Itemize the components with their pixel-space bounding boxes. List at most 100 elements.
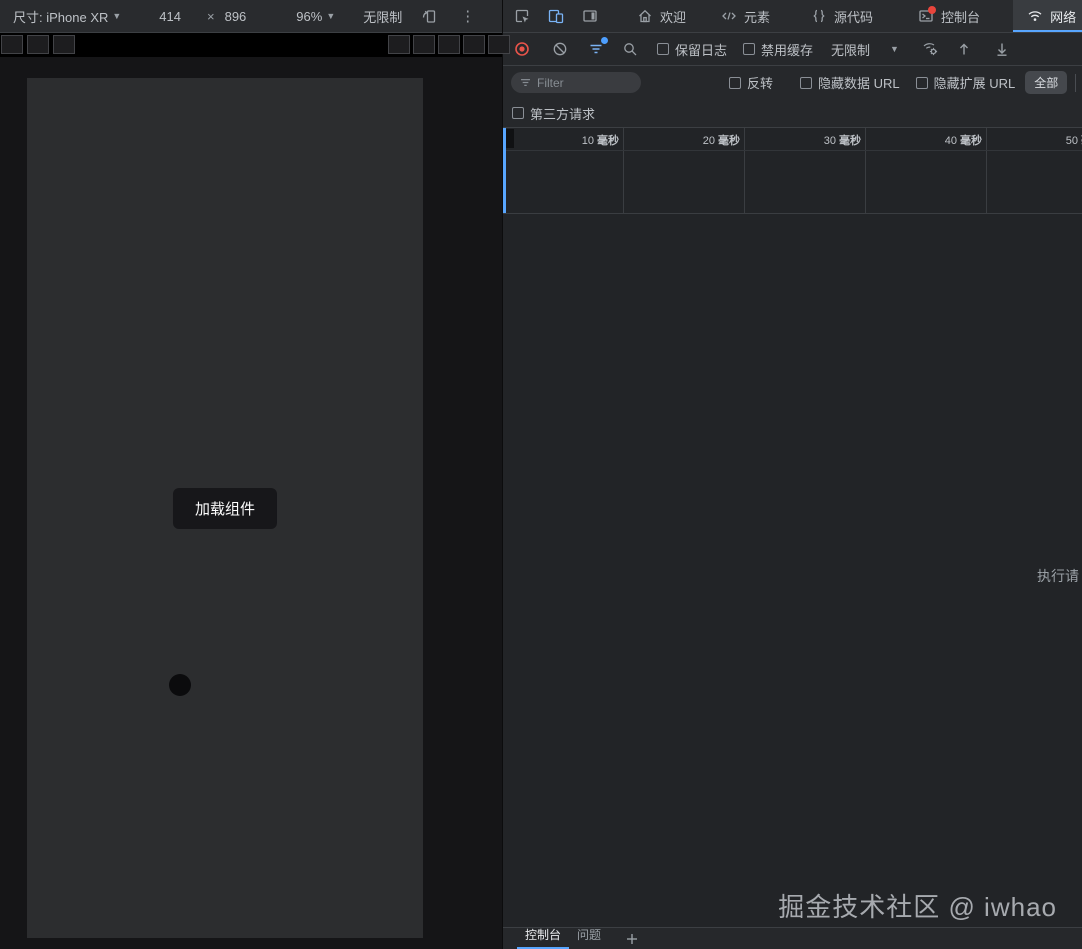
zoom-select[interactable]: 96% ▼ bbox=[296, 9, 335, 24]
device-height-field[interactable]: 896 bbox=[225, 9, 247, 24]
export-har-icon[interactable] bbox=[993, 40, 1011, 58]
invert-filter-label: 反转 bbox=[747, 76, 774, 91]
filter-toggle-icon[interactable] bbox=[587, 37, 608, 58]
wifi-icon bbox=[1026, 7, 1044, 25]
media-query-strip bbox=[0, 33, 510, 57]
filter-badge bbox=[601, 37, 608, 44]
preserve-log-checkbox[interactable]: 保留日志 bbox=[657, 40, 727, 59]
timeline-tick: 40 毫秒 bbox=[944, 135, 982, 147]
tab-console[interactable]: 控制台 bbox=[904, 0, 993, 32]
error-badge bbox=[928, 6, 937, 14]
page-tab-thumbnail bbox=[53, 35, 75, 54]
devtools-panel: 欢迎 元素 源代码 控制台 网络 保留日志 禁用缓存 无限制 ▼ Filter … bbox=[503, 0, 1082, 949]
page-tab-thumbnail bbox=[438, 35, 460, 54]
more-tools-plus-icon[interactable] bbox=[623, 931, 641, 949]
devtools-drawer: 控制台 问题 bbox=[503, 927, 1082, 949]
drawer-tab-issues[interactable]: 问题 bbox=[569, 928, 609, 949]
device-width-field[interactable]: 414 bbox=[159, 9, 181, 24]
curly-braces-icon bbox=[810, 7, 828, 25]
import-har-icon[interactable] bbox=[955, 40, 973, 58]
timeline-tick: 10 毫秒 bbox=[581, 135, 619, 147]
tab-welcome[interactable]: 欢迎 bbox=[623, 0, 699, 32]
checkbox-box bbox=[743, 43, 756, 55]
record-network-log-icon[interactable] bbox=[513, 40, 531, 58]
code-brackets-icon bbox=[720, 7, 738, 25]
filter-input-wrap bbox=[511, 72, 641, 93]
network-throttling-value: 无限制 bbox=[831, 42, 871, 58]
inspect-element-icon[interactable] bbox=[513, 7, 531, 25]
page-tab-thumbnail bbox=[488, 35, 510, 54]
timeline-tick: 20 毫秒 bbox=[702, 135, 740, 147]
toolbar-divider bbox=[1075, 73, 1077, 92]
tab-console-label: 控制台 bbox=[941, 9, 981, 25]
invert-filter-checkbox[interactable]: 反转 bbox=[729, 73, 773, 92]
page-tab-thumbnail bbox=[1, 35, 23, 54]
third-party-row: 第三方请求 bbox=[503, 99, 1082, 128]
page-tab-thumbnail bbox=[463, 35, 485, 54]
preserve-log-label: 保留日志 bbox=[675, 42, 728, 58]
device-select-label: 尺寸: iPhone XR bbox=[13, 9, 109, 25]
devtools-tool-icons bbox=[503, 0, 609, 32]
hide-data-urls-checkbox[interactable]: 隐藏数据 URL bbox=[800, 73, 900, 92]
timeline-header-divider bbox=[503, 150, 1082, 151]
tab-elements[interactable]: 元素 bbox=[707, 0, 783, 32]
hide-extension-urls-checkbox[interactable]: 隐藏扩展 URL bbox=[915, 73, 1016, 92]
device-throttling-select[interactable]: 无限制 bbox=[363, 7, 402, 26]
network-overview-timeline[interactable]: 10毫秒 20毫秒 30毫秒 40毫秒 50毫秒 bbox=[503, 128, 1082, 214]
checkbox-box bbox=[915, 76, 928, 89]
checkbox-box bbox=[657, 43, 669, 55]
search-icon[interactable] bbox=[621, 40, 639, 58]
devtools-tabs: 欢迎 元素 源代码 控制台 网络 bbox=[623, 0, 1082, 32]
dock-side-icon[interactable] bbox=[581, 7, 599, 25]
device-select[interactable]: 尺寸: iPhone XR ▼ bbox=[13, 7, 121, 26]
network-filter-row: 反转 隐藏数据 URL 隐藏扩展 URL 全部 bbox=[503, 66, 1082, 99]
network-conditions-icon[interactable] bbox=[921, 40, 939, 58]
page-tab-thumbnail bbox=[413, 35, 435, 54]
funnel-icon bbox=[519, 76, 532, 89]
disable-cache-label: 禁用缓存 bbox=[761, 42, 814, 58]
chevron-down-icon: ▼ bbox=[112, 11, 122, 21]
timeline-tick: 50毫秒 bbox=[1065, 135, 1082, 147]
timeline-origin-notch bbox=[506, 129, 514, 148]
devtools-tabbar: 欢迎 元素 源代码 控制台 网络 bbox=[503, 0, 1082, 33]
checkbox-box bbox=[800, 76, 813, 89]
tab-network[interactable]: 网络 bbox=[1013, 0, 1082, 32]
more-options-icon[interactable]: ⋮ bbox=[460, 7, 475, 25]
third-party-checkbox[interactable]: 第三方请求 bbox=[512, 104, 595, 123]
emulation-area: 加载组件 bbox=[0, 57, 502, 949]
filter-all-button[interactable]: 全部 bbox=[1025, 71, 1068, 94]
dimension-separator: × bbox=[207, 8, 215, 24]
home-icon bbox=[636, 7, 654, 25]
network-request-area[interactable]: 执行请 掘金技术社区 @ iwhao bbox=[503, 214, 1082, 927]
page-tab-thumbnail bbox=[388, 35, 410, 54]
hide-extension-urls-label: 隐藏扩展 URL bbox=[933, 76, 1016, 91]
loading-spinner-dot bbox=[169, 674, 191, 696]
checkbox-box bbox=[729, 76, 741, 89]
network-throttling-select[interactable]: 无限制 ▼ bbox=[831, 40, 899, 59]
timeline-tick: 30 毫秒 bbox=[823, 135, 861, 147]
rotate-device-icon[interactable] bbox=[420, 7, 438, 25]
tab-sources[interactable]: 源代码 bbox=[797, 0, 886, 32]
emulated-page-viewport[interactable]: 加载组件 bbox=[27, 78, 423, 938]
device-emulation-pane: 尺寸: iPhone XR ▼ 414 × 896 96% ▼ 无限制 ⋮ 加载… bbox=[0, 0, 510, 949]
watermark-text: 掘金技术社区 @ iwhao bbox=[778, 892, 1057, 922]
clear-network-log-icon[interactable] bbox=[551, 40, 569, 58]
page-tab-thumbnail bbox=[27, 35, 49, 54]
tab-sources-label: 源代码 bbox=[834, 9, 874, 25]
tab-network-label: 网络 bbox=[1050, 9, 1077, 25]
tab-elements-label: 元素 bbox=[744, 9, 771, 25]
tab-welcome-label: 欢迎 bbox=[660, 9, 687, 25]
drawer-tab-console[interactable]: 控制台 bbox=[517, 928, 569, 949]
hide-data-urls-label: 隐藏数据 URL bbox=[818, 76, 900, 91]
checkbox-box bbox=[512, 107, 524, 119]
chevron-down-icon: ▼ bbox=[890, 44, 899, 54]
zoom-value: 96% bbox=[296, 8, 323, 24]
toggle-device-toolbar-icon[interactable] bbox=[547, 7, 565, 25]
disable-cache-checkbox[interactable]: 禁用缓存 bbox=[743, 40, 813, 59]
device-toolbar: 尺寸: iPhone XR ▼ 414 × 896 96% ▼ 无限制 ⋮ bbox=[0, 0, 502, 33]
loading-toast: 加载组件 bbox=[172, 488, 278, 529]
empty-state-message: 执行请 bbox=[1037, 568, 1079, 584]
third-party-label: 第三方请求 bbox=[530, 106, 596, 122]
network-toolbar: 保留日志 禁用缓存 无限制 ▼ bbox=[503, 33, 1082, 66]
chevron-down-icon: ▼ bbox=[326, 11, 336, 21]
